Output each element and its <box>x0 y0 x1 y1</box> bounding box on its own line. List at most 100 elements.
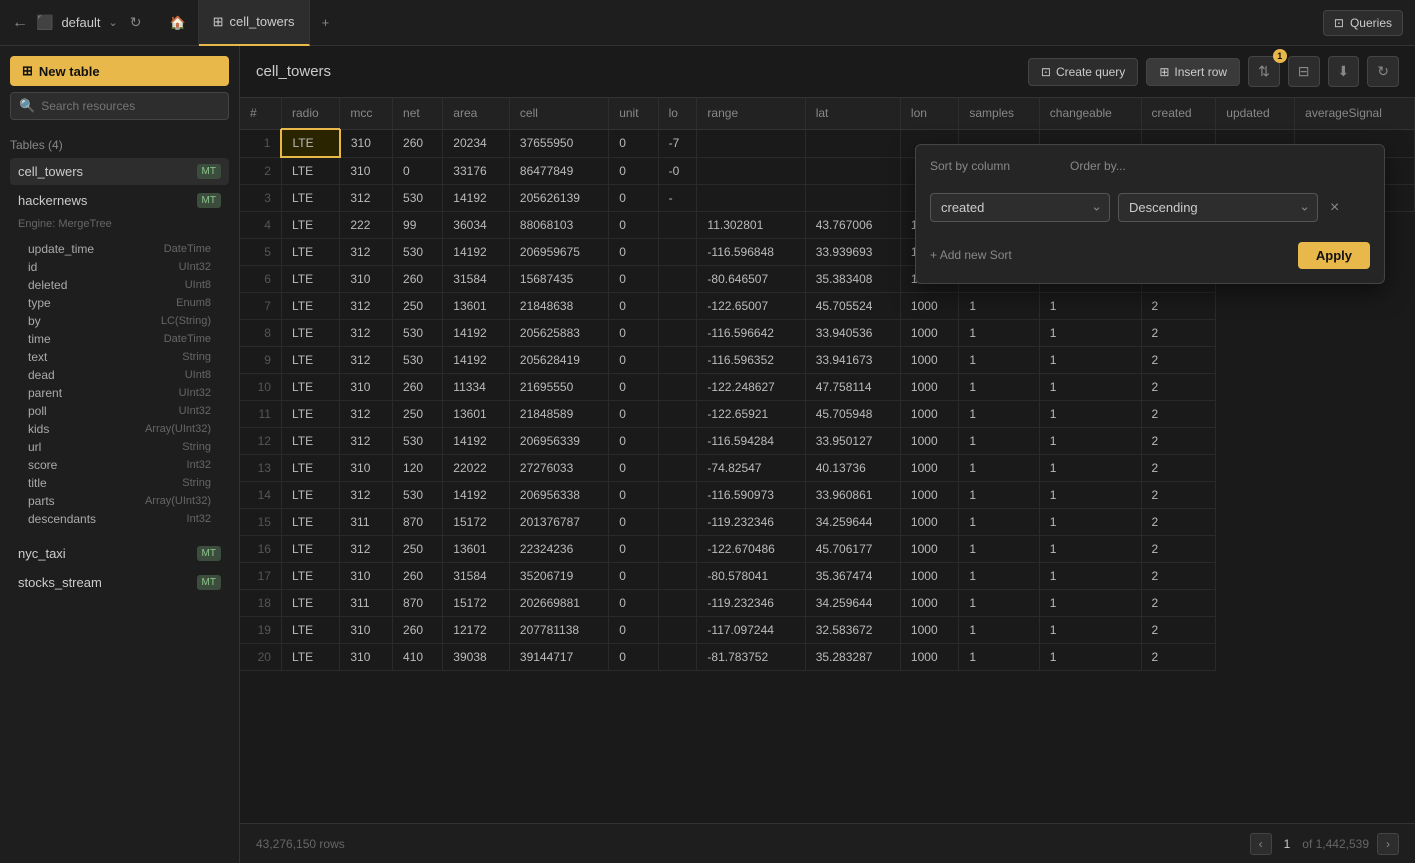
table-cell[interactable]: 15172 <box>443 590 510 617</box>
table-cell[interactable]: 312 <box>340 482 393 509</box>
table-cell[interactable]: 0 <box>609 428 658 455</box>
table-cell[interactable]: 250 <box>393 536 443 563</box>
table-cell[interactable]: -122.248627 <box>697 374 805 401</box>
table-cell[interactable]: LTE <box>281 509 339 536</box>
table-cell[interactable]: 15172 <box>443 509 510 536</box>
table-cell[interactable]: 0 <box>609 401 658 428</box>
table-cell[interactable]: 86477849 <box>509 157 608 185</box>
table-cell[interactable]: 1 <box>959 455 1039 482</box>
table-cell[interactable]: 37655950 <box>509 129 608 157</box>
table-cell[interactable]: 1000 <box>900 482 958 509</box>
table-cell[interactable]: 0 <box>393 157 443 185</box>
table-cell[interactable]: 1000 <box>900 428 958 455</box>
table-cell[interactable]: 33176 <box>443 157 510 185</box>
db-chevron-icon[interactable]: ⌄ <box>108 16 117 29</box>
table-cell[interactable]: 1000 <box>900 536 958 563</box>
create-query-button[interactable]: ⊡ Create query <box>1028 58 1138 86</box>
table-cell[interactable]: 310 <box>340 455 393 482</box>
table-cell[interactable]: 2 <box>1141 347 1216 374</box>
table-cell[interactable]: 14192 <box>443 482 510 509</box>
table-cell[interactable] <box>697 185 805 212</box>
table-cell[interactable]: 310 <box>340 563 393 590</box>
table-cell[interactable]: 870 <box>393 509 443 536</box>
table-cell[interactable]: 1000 <box>900 563 958 590</box>
table-cell[interactable] <box>658 374 697 401</box>
table-cell[interactable]: -80.578041 <box>697 563 805 590</box>
table-cell[interactable]: 13601 <box>443 536 510 563</box>
table-cell[interactable]: 15687435 <box>509 266 608 293</box>
table-cell[interactable]: LTE <box>281 374 339 401</box>
table-cell[interactable]: LTE <box>281 617 339 644</box>
col-header-averagesignal[interactable]: averageSignal <box>1295 98 1415 129</box>
refresh-button[interactable]: ↻ <box>1367 56 1399 87</box>
table-cell[interactable] <box>658 455 697 482</box>
table-cell[interactable]: 311 <box>340 509 393 536</box>
table-cell[interactable]: LTE <box>281 320 339 347</box>
table-cell[interactable]: LTE <box>281 129 339 157</box>
table-cell[interactable]: 0 <box>609 617 658 644</box>
table-cell[interactable]: -122.65007 <box>697 293 805 320</box>
table-cell[interactable]: 1 <box>959 644 1039 671</box>
table-cell[interactable]: 33.941673 <box>805 347 900 374</box>
table-cell[interactable]: 250 <box>393 401 443 428</box>
sidebar-item-nyc-taxi[interactable]: nyc_taxi MT <box>10 540 229 567</box>
table-cell[interactable]: 34.259644 <box>805 509 900 536</box>
table-cell[interactable]: 11.302801 <box>697 212 805 239</box>
table-cell[interactable] <box>805 185 900 212</box>
table-cell[interactable]: 1 <box>1039 617 1141 644</box>
table-cell[interactable]: 1 <box>1039 374 1141 401</box>
table-cell[interactable]: 0 <box>609 129 658 157</box>
table-cell[interactable]: 310 <box>340 644 393 671</box>
table-cell[interactable]: LTE <box>281 563 339 590</box>
table-cell[interactable]: 2 <box>1141 428 1216 455</box>
table-cell[interactable] <box>805 157 900 185</box>
table-cell[interactable]: 206956339 <box>509 428 608 455</box>
table-cell[interactable]: 205625883 <box>509 320 608 347</box>
table-cell[interactable]: 0 <box>609 563 658 590</box>
table-cell[interactable]: 14192 <box>443 185 510 212</box>
table-cell[interactable]: 0 <box>609 320 658 347</box>
table-cell[interactable]: 1000 <box>900 644 958 671</box>
table-cell[interactable]: 310 <box>340 129 393 157</box>
insert-row-button[interactable]: ⊞ Insert row <box>1146 58 1240 86</box>
sort-close-button[interactable]: × <box>1330 199 1339 217</box>
table-cell[interactable] <box>658 239 697 266</box>
table-cell[interactable] <box>805 129 900 157</box>
table-cell[interactable]: 312 <box>340 401 393 428</box>
table-cell[interactable]: 206956338 <box>509 482 608 509</box>
table-cell[interactable]: 32.583672 <box>805 617 900 644</box>
table-cell[interactable]: 21695550 <box>509 374 608 401</box>
table-cell[interactable]: -116.596352 <box>697 347 805 374</box>
sort-column-select[interactable]: created radio mcc net area cell unit <box>930 193 1110 222</box>
table-cell[interactable]: 1 <box>959 293 1039 320</box>
table-cell[interactable] <box>658 266 697 293</box>
col-header-lo[interactable]: lo <box>658 98 697 129</box>
table-cell[interactable]: 20234 <box>443 129 510 157</box>
table-cell[interactable]: 312 <box>340 239 393 266</box>
table-cell[interactable]: 1 <box>1039 509 1141 536</box>
table-cell[interactable]: 1 <box>959 590 1039 617</box>
table-cell[interactable]: 2 <box>1141 374 1216 401</box>
table-cell[interactable]: 310 <box>340 266 393 293</box>
sort-order-select[interactable]: Descending Ascending <box>1118 193 1318 222</box>
table-cell[interactable]: 14192 <box>443 320 510 347</box>
table-cell[interactable]: 1000 <box>900 347 958 374</box>
table-cell[interactable]: 0 <box>609 455 658 482</box>
table-cell[interactable] <box>658 320 697 347</box>
table-cell[interactable]: 0 <box>609 185 658 212</box>
table-cell[interactable]: 1000 <box>900 590 958 617</box>
sidebar-item-stocks-stream[interactable]: stocks_stream MT <box>10 569 229 596</box>
table-cell[interactable]: 260 <box>393 266 443 293</box>
table-cell[interactable]: LTE <box>281 157 339 185</box>
table-cell[interactable] <box>658 536 697 563</box>
table-cell[interactable]: 1 <box>959 509 1039 536</box>
table-cell[interactable]: 0 <box>609 347 658 374</box>
search-input[interactable] <box>41 99 220 113</box>
table-cell[interactable]: 312 <box>340 536 393 563</box>
table-cell[interactable]: 312 <box>340 320 393 347</box>
table-cell[interactable]: 31584 <box>443 266 510 293</box>
table-cell[interactable]: LTE <box>281 536 339 563</box>
col-header-range[interactable]: range <box>697 98 805 129</box>
table-cell[interactable]: LTE <box>281 239 339 266</box>
table-cell[interactable]: 35.383408 <box>805 266 900 293</box>
